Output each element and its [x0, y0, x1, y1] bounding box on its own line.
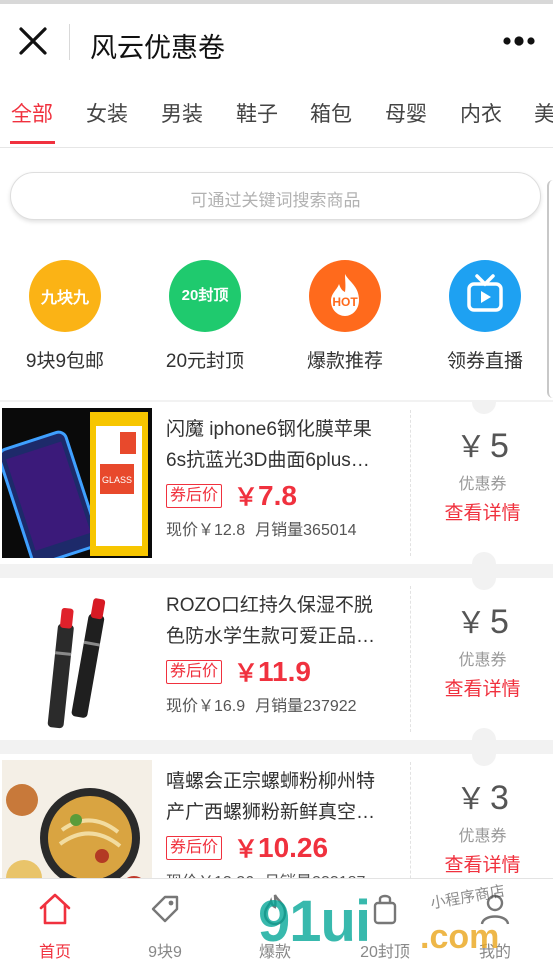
category-label: 爆款推荐: [306, 351, 383, 372]
flame-icon: [263, 894, 287, 926]
category-label: 领券直播: [446, 351, 523, 372]
search-input[interactable]: 可通过关键词搜索商品: [10, 172, 541, 220]
title-divider: [69, 24, 70, 60]
svg-text:GLASS: GLASS: [102, 475, 132, 485]
more-button[interactable]: [501, 30, 537, 52]
hot-flame-icon: HOT: [309, 260, 381, 332]
product-card[interactable]: GLASS 闪魔 iphone6钢化膜苹果 6s抗蓝光3D曲面6plus… 券后…: [0, 402, 553, 564]
coupon-price: ￥11.9: [234, 656, 311, 687]
svg-text:HOT: HOT: [332, 295, 358, 309]
monthly-sales: 月销量365014: [255, 522, 357, 539]
home-icon: [39, 893, 71, 925]
title-bar: 风云优惠卷: [0, 4, 553, 78]
active-tab-indicator: [10, 141, 55, 144]
coupon-value: ￥ 3: [456, 779, 509, 817]
twenty-cap-icon: 20封顶: [169, 260, 241, 332]
coupon-price-tag: 券后价: [166, 836, 223, 860]
search-placeholder: 可通过关键词搜索商品: [190, 191, 361, 210]
close-button[interactable]: [14, 22, 52, 60]
category-hot[interactable]: HOT 爆款推荐: [285, 260, 405, 373]
coupon-value: ￥ 5: [456, 603, 509, 641]
product-title[interactable]: 闪魔 iphone6钢化膜苹果 6s抗蓝光3D曲面6plus…: [166, 414, 394, 476]
category-tabs: 全部 女装 男装 鞋子 箱包 母婴 内衣 美: [0, 78, 553, 148]
bag-icon: [373, 894, 397, 925]
nav-hot[interactable]: 爆款: [220, 889, 330, 960]
coupon-price: ￥10.26: [234, 832, 329, 863]
nav-nine-nine[interactable]: 9块9: [110, 889, 220, 960]
category-nine-nine[interactable]: 九块九 9块9包邮: [5, 260, 125, 373]
tv-icon: [449, 260, 521, 332]
close-icon: [19, 27, 47, 55]
tag-icon: [151, 895, 179, 923]
tab-shoes[interactable]: 鞋子: [236, 98, 278, 128]
bottom-nav: 首页 9块9 爆款 20封顶 我的: [0, 878, 553, 960]
page-title: 风云优惠卷: [90, 33, 225, 63]
product-card[interactable]: ROZO口红持久保湿不脱 色防水学生款可爱正品… 券后价 ￥11.9 现价￥16…: [0, 578, 553, 740]
product-title[interactable]: 嘻螺会正宗螺蛳粉柳州特 产广西螺狮粉新鲜真空…: [166, 766, 394, 828]
coupon-price-tag: 券后价: [166, 660, 223, 684]
nav-profile[interactable]: 我的: [440, 889, 550, 960]
coupon-value: ￥ 5: [456, 427, 509, 465]
nav-twenty-cap[interactable]: 20封顶: [330, 889, 440, 960]
tab-womens[interactable]: 女装: [86, 98, 128, 128]
more-dots-icon: [503, 36, 535, 46]
coupon-caption: 优惠券: [458, 652, 507, 669]
coupon-price: ￥7.8: [234, 480, 297, 511]
user-icon: [480, 894, 510, 925]
coupon-caption: 优惠券: [458, 476, 507, 493]
view-details-link[interactable]: 查看详情: [412, 674, 553, 701]
category-live[interactable]: 领券直播: [425, 260, 545, 373]
product-meta: 现价￥16.9 月销量237922: [166, 692, 357, 716]
tab-beauty[interactable]: 美: [534, 98, 553, 128]
category-twenty-cap[interactable]: 20封顶 20元封顶: [145, 260, 265, 373]
search-section: 可通过关键词搜索商品 九块九 9块9包邮 20封顶 20元封顶 HOT 爆款推荐: [0, 148, 553, 400]
product-image: GLASS: [2, 408, 152, 558]
view-details-link[interactable]: 查看详情: [412, 498, 553, 525]
nav-home[interactable]: 首页: [0, 889, 110, 960]
tab-mens[interactable]: 男装: [161, 98, 203, 128]
product-meta: 现价￥12.8 月销量365014: [166, 516, 357, 540]
original-price: 现价￥12.8: [166, 522, 246, 539]
original-price: 现价￥16.9: [166, 698, 246, 715]
tab-underwear[interactable]: 内衣: [460, 98, 502, 128]
nine-nine-icon: 九块九: [29, 260, 101, 332]
product-title[interactable]: ROZO口红持久保湿不脱 色防水学生款可爱正品…: [166, 590, 394, 652]
product-image: [2, 584, 152, 734]
category-label: 20元封顶: [165, 351, 245, 372]
tab-all[interactable]: 全部: [11, 98, 53, 128]
view-details-link[interactable]: 查看详情: [412, 850, 553, 877]
side-drawer-edge[interactable]: [547, 180, 553, 398]
coupon-price-tag: 券后价: [166, 484, 223, 508]
monthly-sales: 月销量237922: [255, 698, 357, 715]
coupon-caption: 优惠券: [458, 828, 507, 845]
category-label: 9块9包邮: [25, 351, 105, 372]
tab-bags[interactable]: 箱包: [310, 98, 352, 128]
tab-baby[interactable]: 母婴: [385, 98, 427, 128]
